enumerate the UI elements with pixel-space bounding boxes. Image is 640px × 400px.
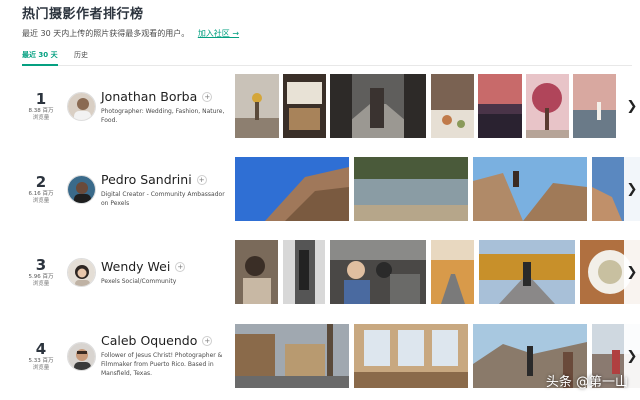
avatar[interactable] <box>67 342 96 371</box>
photo-thumbnail[interactable] <box>431 240 474 304</box>
author-name-line: Caleb Oquendo + <box>101 333 213 349</box>
tab-all-time[interactable]: 历史 <box>74 50 88 60</box>
view-count: 5.33 百万 <box>28 358 54 364</box>
photo-thumbnail[interactable] <box>235 157 349 221</box>
photo-strip: ❯ <box>235 240 640 304</box>
tab-last-30-days[interactable]: 最近 30 天 <box>22 50 58 66</box>
view-count-label: 浏览量 <box>32 115 50 121</box>
chevron-right-icon: ❯ <box>626 181 638 197</box>
chevron-right-icon: ❯ <box>626 264 638 280</box>
rank-number: 4 <box>35 340 47 358</box>
avatar[interactable] <box>67 92 96 121</box>
photo-thumbnail[interactable] <box>478 74 522 138</box>
author-name-line: Jonathan Borba + <box>101 89 213 105</box>
photo-thumbnail[interactable] <box>573 74 616 138</box>
view-count-label: 浏览量 <box>32 198 50 204</box>
view-count: 6.16 百万 <box>28 191 54 197</box>
photo-thumbnail[interactable] <box>235 74 279 138</box>
page-subtitle: 最近 30 天内上传的照片获得最多观看的用户。 加入社区 → <box>22 28 622 40</box>
photo-thumbnail[interactable] <box>431 74 474 138</box>
photo-thumbnail[interactable] <box>235 324 349 388</box>
photo-thumbnail[interactable] <box>473 157 587 221</box>
author-name-line: Pedro Sandrini + <box>101 172 207 188</box>
view-count: 5.96 百万 <box>28 274 54 280</box>
author-bio: Digital Creator - Community Ambassador o… <box>101 191 225 207</box>
photo-strip: ❯ <box>235 74 640 138</box>
author-name-line: Wendy Wei + <box>101 259 186 275</box>
avatar[interactable] <box>67 258 96 287</box>
photo-strip: ❯ <box>235 157 640 221</box>
rank-block: 2 6.16 百万 浏览量 <box>26 174 56 205</box>
page-title: 热门摄影作者排行榜 <box>22 7 144 22</box>
join-community-link[interactable]: 加入社区 → <box>198 29 239 38</box>
follow-button[interactable]: + <box>196 175 207 185</box>
period-tabs: 最近 30 天 历史 <box>22 48 632 66</box>
page-header: 热门摄影作者排行榜 最近 30 天内上传的照片获得最多观看的用户。 加入社区 → <box>22 6 622 40</box>
watermark: 头条 @第一山 <box>545 375 628 390</box>
next-photos-button[interactable]: ❯ <box>624 74 640 138</box>
author-row: 3 5.96 百万 浏览量 Wendy Wei + Pexels Social/… <box>0 240 640 314</box>
photo-thumbnail[interactable] <box>526 74 569 138</box>
view-count-label: 浏览量 <box>32 365 50 371</box>
author-row: 2 6.16 百万 浏览量 Pedro Sandrini + Digital C… <box>0 157 640 231</box>
photo-thumbnail[interactable] <box>283 240 325 304</box>
rank-number: 1 <box>35 90 47 108</box>
rank-block: 1 8.38 百万 浏览量 <box>26 91 56 122</box>
follow-button[interactable]: + <box>202 92 213 102</box>
rank-number: 2 <box>35 173 47 191</box>
author-name[interactable]: Pedro Sandrini <box>101 172 192 188</box>
author-name[interactable]: Caleb Oquendo <box>101 333 197 349</box>
view-count: 8.38 百万 <box>28 108 54 114</box>
author-bio: Pexels Social/Community <box>101 278 177 285</box>
author-name[interactable]: Jonathan Borba <box>101 89 197 105</box>
rank-number: 3 <box>35 256 47 274</box>
avatar[interactable] <box>67 175 96 204</box>
subtitle-text: 最近 30 天内上传的照片获得最多观看的用户。 <box>22 29 190 38</box>
photo-thumbnail[interactable] <box>354 157 468 221</box>
photo-thumbnail[interactable] <box>354 324 468 388</box>
author-name[interactable]: Wendy Wei <box>101 259 170 275</box>
photo-thumbnail[interactable] <box>283 74 326 138</box>
rank-block: 3 5.96 百万 浏览量 <box>26 257 56 288</box>
next-photos-button[interactable]: ❯ <box>624 240 640 304</box>
follow-button[interactable]: + <box>202 336 213 346</box>
chevron-right-icon: ❯ <box>626 348 638 364</box>
chevron-right-icon: ❯ <box>626 98 638 114</box>
view-count-label: 浏览量 <box>32 281 50 287</box>
follow-button[interactable]: + <box>175 262 186 272</box>
next-photos-button[interactable]: ❯ <box>624 157 640 221</box>
author-row: 4 5.33 百万 浏览量 Caleb Oquendo + Follower o… <box>0 324 640 398</box>
photo-thumbnail[interactable] <box>330 74 426 138</box>
author-bio: Photographer: Wedding, Fashion, Nature, … <box>101 108 225 124</box>
author-bio: Follower of Jesus Christ! Photographer &… <box>101 352 223 377</box>
author-row: 1 8.38 百万 浏览量 Jonathan Borba + Photograp… <box>0 74 640 148</box>
rank-block: 4 5.33 百万 浏览量 <box>26 341 56 372</box>
photo-thumbnail[interactable] <box>479 240 575 304</box>
photo-thumbnail[interactable] <box>235 240 278 304</box>
photo-thumbnail[interactable] <box>330 240 426 304</box>
